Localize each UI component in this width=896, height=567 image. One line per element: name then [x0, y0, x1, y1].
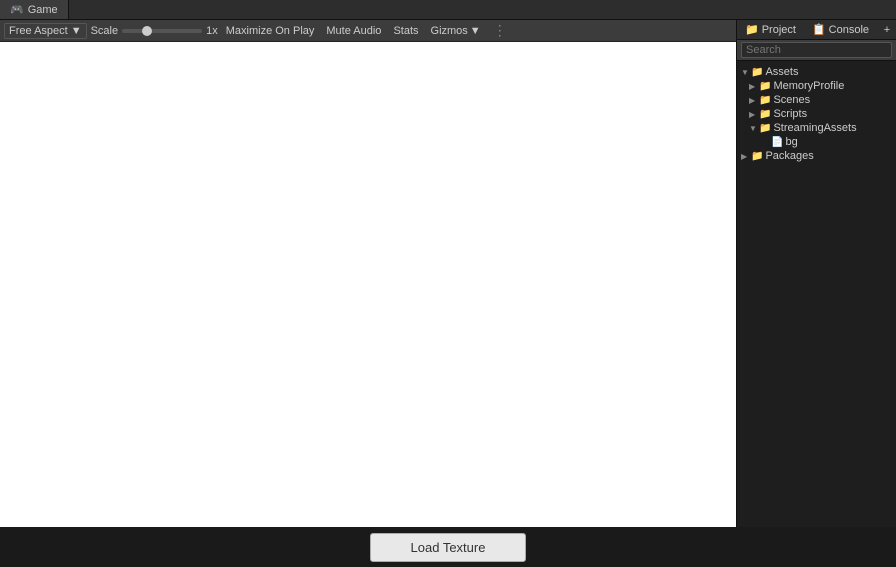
streaming-assets-arrow-icon: ▼ — [749, 124, 757, 133]
search-input[interactable] — [741, 42, 892, 58]
scale-label: Scale — [91, 25, 119, 37]
console-tab-label: Console — [829, 24, 869, 36]
tree-item-memory-profile[interactable]: ▶ 📁 MemoryProfile — [737, 79, 896, 93]
game-tab[interactable]: 🎮 Game — [0, 0, 69, 19]
stats-label: Stats — [393, 25, 418, 37]
file-tree: ▼ 📁 Assets ▶ 📁 MemoryProfile ▶ 📁 Scenes … — [737, 61, 896, 567]
aspect-dropdown[interactable]: Free Aspect ▼ — [4, 23, 87, 39]
mute-audio-button[interactable]: Mute Audio — [322, 24, 385, 38]
memory-profile-folder-icon: 📁 — [759, 81, 771, 92]
more-options-button[interactable]: ⋮ — [489, 22, 511, 39]
streaming-assets-folder-icon: 📁 — [759, 123, 771, 134]
top-tab-bar: 🎮 Game — [0, 0, 896, 20]
scale-container: Scale 1x — [91, 25, 218, 37]
aspect-chevron-icon: ▼ — [71, 25, 82, 37]
streaming-assets-label: StreamingAssets — [773, 122, 856, 134]
scripts-arrow-icon: ▶ — [749, 110, 757, 119]
tree-item-assets[interactable]: ▼ 📁 Assets — [737, 65, 896, 79]
search-bar — [737, 40, 896, 61]
folder-tab-icon: 📁 — [745, 23, 759, 36]
scripts-label: Scripts — [773, 108, 807, 120]
main-area: Free Aspect ▼ Scale 1x Maximize On Play … — [0, 20, 896, 567]
mute-label: Mute Audio — [326, 25, 381, 37]
maximize-on-play-button[interactable]: Maximize On Play — [222, 24, 319, 38]
gizmos-label: Gizmos — [431, 25, 468, 37]
tree-item-packages[interactable]: ▶ 📁 Packages — [737, 149, 896, 163]
tree-item-scripts[interactable]: ▶ 📁 Scripts — [737, 107, 896, 121]
scenes-arrow-icon: ▶ — [749, 96, 757, 105]
console-tab[interactable]: 📋 Console — [804, 20, 877, 39]
maximize-label: Maximize On Play — [226, 25, 315, 37]
stats-button[interactable]: Stats — [389, 24, 422, 38]
memory-profile-arrow-icon: ▶ — [749, 82, 757, 91]
scale-slider[interactable] — [122, 29, 202, 33]
assets-folder-icon: 📁 — [751, 67, 763, 78]
assets-arrow-icon: ▼ — [741, 68, 749, 77]
assets-label: Assets — [765, 66, 798, 78]
scenes-label: Scenes — [773, 94, 810, 106]
memory-profile-label: MemoryProfile — [773, 80, 844, 92]
project-tab-label: Project — [762, 24, 796, 36]
console-tab-icon: 📋 — [812, 23, 826, 36]
game-canvas — [0, 42, 736, 567]
gizmos-button[interactable]: Gizmos ▼ — [427, 24, 485, 38]
add-button[interactable]: + — [877, 20, 896, 40]
aspect-label: Free Aspect — [9, 25, 68, 37]
scale-value: 1x — [206, 25, 218, 37]
tree-item-streaming-assets[interactable]: ▼ 📁 StreamingAssets — [737, 121, 896, 135]
bottom-bar: Load Texture — [0, 527, 896, 567]
project-tab[interactable]: 📁 Project — [737, 20, 804, 39]
game-tab-icon: 🎮 — [10, 3, 24, 16]
packages-folder-icon: 📁 — [751, 151, 763, 162]
bg-label: bg — [785, 136, 797, 148]
scale-thumb — [142, 26, 152, 36]
tree-item-scenes[interactable]: ▶ 📁 Scenes — [737, 93, 896, 107]
game-toolbar: Free Aspect ▼ Scale 1x Maximize On Play … — [0, 20, 736, 42]
scenes-folder-icon: 📁 — [759, 95, 771, 106]
right-panel: 📁 Project 📋 Console + ⋮ ▼ 📁 Assets — [736, 20, 896, 567]
packages-label: Packages — [765, 150, 813, 162]
load-texture-button[interactable]: Load Texture — [370, 533, 527, 562]
scripts-folder-icon: 📁 — [759, 109, 771, 120]
tree-item-bg[interactable]: 📄 bg — [737, 135, 896, 149]
tab-actions: + ⋮ — [877, 20, 896, 39]
packages-arrow-icon: ▶ — [741, 152, 749, 161]
game-tab-label: Game — [28, 4, 58, 16]
gizmos-chevron-icon: ▼ — [470, 25, 481, 37]
bg-file-icon: 📄 — [771, 137, 783, 148]
game-panel: Free Aspect ▼ Scale 1x Maximize On Play … — [0, 20, 736, 567]
right-tab-bar: 📁 Project 📋 Console + ⋮ — [737, 20, 896, 40]
